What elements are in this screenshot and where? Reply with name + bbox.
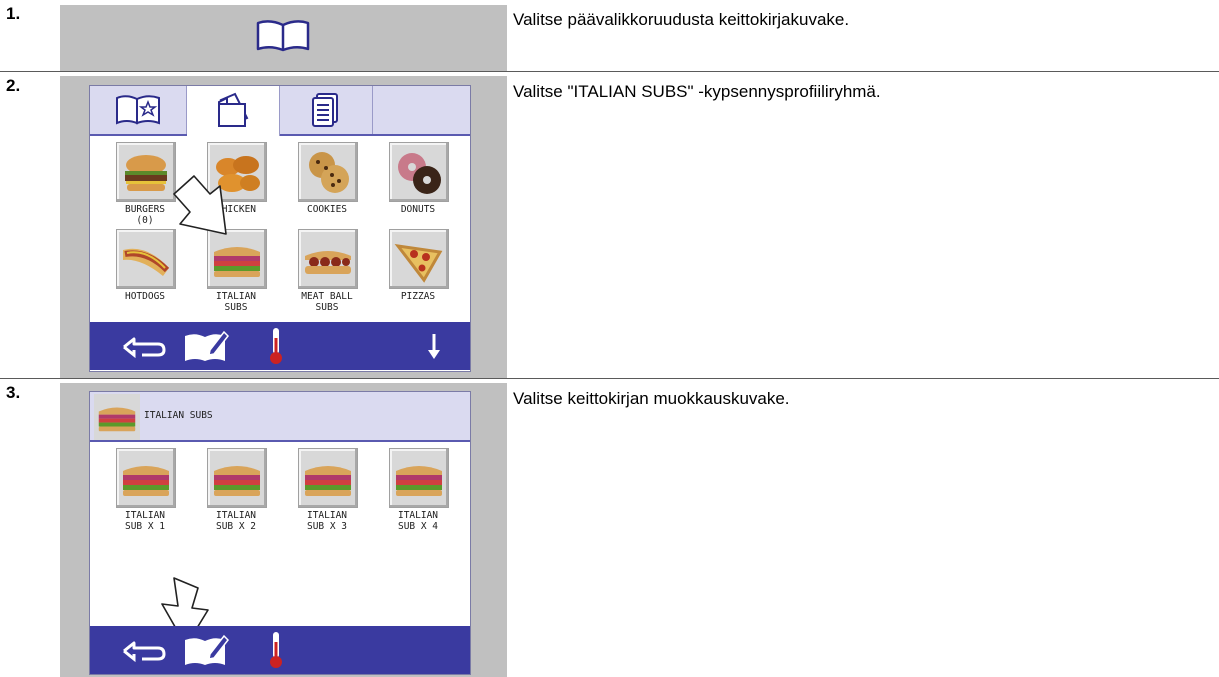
touchscreen: BURGERS (0) CHICKEN COOKIES DONUTS HOTDO… bbox=[89, 85, 471, 372]
pointer-arrow-icon bbox=[173, 175, 227, 235]
pizza-icon bbox=[394, 243, 443, 283]
cookbook-favorites-icon bbox=[116, 95, 160, 125]
step-2: 2. BURGERS (0) CHICKEN COOKIES DONUTS HO… bbox=[0, 72, 1219, 378]
tile-label: ITALIAN SUB X 1 bbox=[124, 510, 166, 532]
screen-header: ITALIAN SUBS bbox=[90, 392, 470, 442]
italian-sub-icon bbox=[123, 466, 169, 496]
cookbook-pages-icon bbox=[218, 92, 249, 127]
bottom-bar bbox=[90, 626, 470, 674]
italian-sub-icon bbox=[396, 466, 442, 496]
tile-italian-sub-4[interactable] bbox=[389, 448, 449, 508]
tile-meatball-subs[interactable] bbox=[298, 229, 358, 289]
step-number: 1. bbox=[6, 4, 21, 23]
meatball-sub-icon bbox=[305, 251, 351, 274]
tile-label: ITALIAN SUB X 2 bbox=[215, 510, 257, 532]
italian-sub-icon bbox=[214, 466, 260, 496]
down-arrow-icon[interactable] bbox=[426, 332, 442, 362]
step-2-panel: BURGERS (0) CHICKEN COOKIES DONUTS HOTDO… bbox=[60, 76, 507, 378]
cookbook-edit-icon[interactable] bbox=[182, 328, 230, 364]
step-text: Valitse keittokirjan muokkauskuvake. bbox=[513, 389, 790, 408]
cookbook-icon bbox=[256, 20, 310, 52]
step-text: Valitse päävalikkoruudusta keittokirjaku… bbox=[513, 10, 850, 29]
thermometer-icon[interactable] bbox=[268, 630, 284, 670]
tile-cookies[interactable] bbox=[298, 142, 358, 202]
italian-sub-icon bbox=[94, 394, 140, 440]
italian-sub-icon bbox=[305, 466, 351, 496]
step-1: 1. Valitse päävalikkoruudusta keittokirj… bbox=[0, 0, 1219, 71]
cookies-icon bbox=[309, 152, 349, 193]
tile-label: MEAT BALL SUBS bbox=[301, 291, 353, 313]
tile-label: COOKIES bbox=[306, 204, 348, 215]
step-3-panel: ITALIAN SUBS ITALIAN SUB X 1 ITALIAN SUB… bbox=[60, 383, 507, 677]
tab-document[interactable] bbox=[280, 86, 373, 134]
back-arrow-icon[interactable] bbox=[120, 335, 168, 359]
recipe-document-icon bbox=[312, 93, 338, 127]
tile-label: DONUTS bbox=[400, 204, 436, 215]
tile-label: PIZZAS bbox=[400, 291, 436, 302]
tile-italian-sub-1[interactable] bbox=[116, 448, 176, 508]
tile-italian-sub-2[interactable] bbox=[207, 448, 267, 508]
step-text: Valitse "ITALIAN SUBS" -kypsennysprofiil… bbox=[513, 82, 881, 101]
step-1-panel bbox=[60, 5, 507, 71]
header-title: ITALIAN SUBS bbox=[144, 410, 213, 421]
tile-label: ITALIAN SUB X 3 bbox=[306, 510, 348, 532]
step-3: 3. ITALIAN SUBS ITALIAN SUB X 1 ITALIAN … bbox=[0, 379, 1219, 677]
back-arrow-icon[interactable] bbox=[120, 639, 168, 663]
touchscreen: ITALIAN SUBS ITALIAN SUB X 1 ITALIAN SUB… bbox=[89, 391, 471, 675]
cookbook-edit-icon[interactable] bbox=[182, 632, 230, 668]
tile-donuts[interactable] bbox=[389, 142, 449, 202]
tile-label: ITALIAN SUBS bbox=[215, 291, 257, 313]
donuts-icon bbox=[398, 153, 441, 194]
step-number: 2. bbox=[6, 76, 21, 95]
bottom-bar bbox=[90, 322, 470, 370]
tile-italian-sub-3[interactable] bbox=[298, 448, 358, 508]
step-number: 3. bbox=[6, 383, 21, 402]
tab-favorites[interactable] bbox=[90, 86, 187, 134]
tab-pages[interactable] bbox=[187, 86, 280, 136]
tile-label: HOTDOGS bbox=[124, 291, 166, 302]
tile-label: ITALIAN SUB X 4 bbox=[397, 510, 439, 532]
tile-pizzas[interactable] bbox=[389, 229, 449, 289]
thermometer-icon[interactable] bbox=[268, 326, 284, 366]
